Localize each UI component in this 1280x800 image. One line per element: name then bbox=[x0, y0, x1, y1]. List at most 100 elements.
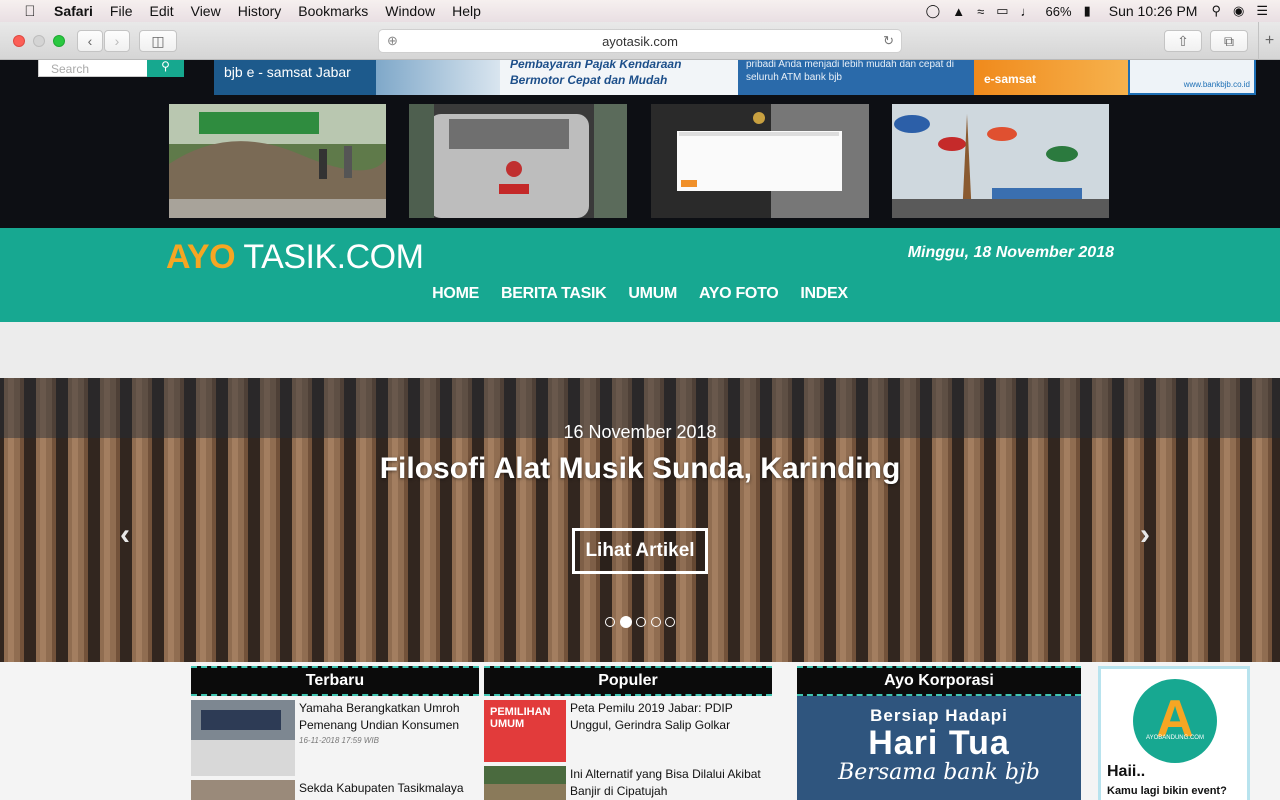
web-page: Search ⚲ bjb e - samsat Jabar Pembayaran… bbox=[0, 60, 1280, 800]
list-item[interactable]: Yamaha Berangkatkan Umroh Pemenang Undia… bbox=[191, 700, 479, 776]
ad-heading: Haii.. bbox=[1107, 763, 1146, 780]
site-header: AYO TASIK.COM Minggu, 18 November 2018 H… bbox=[0, 228, 1280, 322]
menu-window[interactable]: Window bbox=[385, 3, 435, 19]
menu-history[interactable]: History bbox=[238, 3, 282, 19]
wifi-icon[interactable]: ≈ bbox=[977, 4, 984, 19]
slider-dot-2[interactable] bbox=[619, 616, 632, 628]
thumbnail-image bbox=[651, 104, 869, 218]
korporasi-line-3: Bersama bank bjb bbox=[838, 760, 1040, 785]
airplay-icon[interactable]: ▭ bbox=[996, 3, 1008, 19]
top-band: Search ⚲ bjb e - samsat Jabar Pembayaran… bbox=[0, 60, 1280, 228]
browser-toolbar: ‹ › ◫ ⊕ ayotasik.com ↻ ⇧ ⧉ + bbox=[0, 22, 1280, 60]
article-title[interactable]: Yamaha Berangkatkan Umroh Pemenang Undia… bbox=[299, 700, 479, 734]
list-item[interactable]: Sekda Kabupaten Tasikmalaya bbox=[191, 780, 479, 800]
content-columns: Terbaru Yamaha Berangkatkan Umroh Pemena… bbox=[0, 662, 1280, 800]
nav-umum[interactable]: UMUM bbox=[628, 285, 677, 303]
spotlight-search-icon[interactable]: ⚲ bbox=[1211, 3, 1221, 19]
ayobandung-logo-caption: AYOBANDUNG.COM bbox=[1146, 735, 1204, 741]
search-button[interactable]: ⚲ bbox=[147, 60, 184, 77]
korporasi-line-2: Hari Tua bbox=[868, 724, 1010, 762]
clock[interactable]: Sun 10:26 PM bbox=[1109, 3, 1198, 19]
article-thumbnail bbox=[191, 780, 295, 800]
back-button[interactable]: ‹ bbox=[77, 30, 103, 52]
siri-icon[interactable]: ◉ bbox=[1233, 3, 1244, 19]
forward-button[interactable]: › bbox=[104, 30, 130, 52]
share-icon[interactable]: ⇧ bbox=[1164, 30, 1202, 52]
banner-esamsat: e-samsat bbox=[974, 60, 1128, 95]
korporasi-heading: Ayo Korporasi bbox=[797, 666, 1081, 696]
korporasi-banner[interactable]: Bersiap Hadapi Hari Tua Bersama bank bjb bbox=[797, 696, 1081, 800]
news-thumbnail-1[interactable] bbox=[169, 104, 386, 218]
sidebar-toggle-icon[interactable]: ◫ bbox=[139, 30, 177, 52]
korporasi-line-1: Bersiap Hadapi bbox=[870, 706, 1008, 725]
terbaru-heading: Terbaru bbox=[191, 666, 479, 696]
thumbnail-image bbox=[892, 104, 1109, 218]
tabs-overview-icon[interactable]: ⧉ bbox=[1210, 30, 1248, 52]
article-timestamp: 16-11-2018 17:59 WIB bbox=[299, 736, 379, 745]
battery-percent[interactable]: 66% bbox=[1046, 4, 1072, 19]
menu-bookmarks[interactable]: Bookmarks bbox=[298, 3, 368, 19]
search-icon: ⚲ bbox=[161, 60, 170, 73]
site-logo[interactable]: AYO TASIK.COM bbox=[166, 238, 424, 277]
notification-center-icon[interactable]: ☰ bbox=[1256, 3, 1268, 19]
notification-icon[interactable]: ▲ bbox=[952, 4, 965, 19]
ayobandung-ad[interactable]: A AYOBANDUNG.COM Haii.. Kamu lagi bikin … bbox=[1098, 666, 1250, 800]
macos-menubar:  Safari File Edit View History Bookmark… bbox=[0, 0, 1280, 22]
new-tab-icon[interactable]: + bbox=[1258, 22, 1280, 60]
bjb-banner-ad[interactable]: bjb e - samsat Jabar Pembayaran Pajak Ke… bbox=[214, 60, 1256, 95]
article-title[interactable]: Peta Pemilu 2019 Jabar: PDIP Unggul, Ger… bbox=[570, 700, 772, 734]
slider-dot-3[interactable] bbox=[636, 617, 646, 627]
battery-icon[interactable]: ▮ bbox=[1084, 3, 1091, 19]
slider-dot-1[interactable] bbox=[605, 617, 615, 627]
volume-icon[interactable]: ♩ bbox=[1021, 4, 1034, 19]
minimize-window-button[interactable] bbox=[33, 35, 45, 47]
article-title[interactable]: Ini Alternatif yang Bisa Dilalui Akibat … bbox=[570, 766, 772, 800]
hero-title[interactable]: Filosofi Alat Musik Sunda, Karinding bbox=[0, 452, 1280, 486]
url-text: ayotasik.com bbox=[602, 33, 678, 49]
thumbnail-image bbox=[169, 104, 386, 218]
article-title[interactable]: Sekda Kabupaten Tasikmalaya bbox=[299, 780, 464, 797]
logo-ayo: AYO bbox=[166, 238, 236, 276]
read-article-button[interactable]: Lihat Artikel bbox=[572, 528, 708, 574]
nav-ayo-foto[interactable]: AYO FOTO bbox=[699, 285, 779, 303]
banner-website: www.bankbjb.co.id bbox=[1128, 60, 1256, 95]
address-bar[interactable]: ⊕ ayotasik.com ↻ bbox=[378, 29, 902, 53]
news-thumbnail-2[interactable] bbox=[409, 104, 627, 218]
creative-cloud-icon[interactable]: ◯ bbox=[926, 3, 941, 19]
slider-dot-5[interactable] bbox=[665, 617, 675, 627]
nav-berita-tasik[interactable]: BERITA TASIK bbox=[501, 285, 607, 303]
banner-tagline: Pembayaran Pajak Kendaraan Bermotor Cepa… bbox=[500, 60, 738, 95]
hero-slider: 16 November 2018 Filosofi Alat Musik Sun… bbox=[0, 378, 1280, 662]
menu-file[interactable]: File bbox=[110, 3, 133, 19]
thumbnail-image bbox=[409, 104, 627, 218]
logo-tasik: TASIK.COM bbox=[235, 238, 424, 276]
slider-dot-4[interactable] bbox=[650, 617, 661, 627]
add-icon[interactable]: ⊕ bbox=[387, 33, 398, 49]
hero-date: 16 November 2018 bbox=[563, 422, 717, 442]
banner-description: pribadi Anda menjadi lebih mudah dan cep… bbox=[738, 60, 974, 95]
apple-menu-icon[interactable]:  bbox=[20, 3, 40, 20]
news-thumbnail-4[interactable] bbox=[892, 104, 1109, 218]
search-input[interactable]: Search bbox=[38, 60, 148, 77]
list-item[interactable]: PEMILIHAN UMUM Peta Pemilu 2019 Jabar: P… bbox=[484, 700, 772, 762]
nav-home[interactable]: HOME bbox=[432, 285, 479, 303]
menu-edit[interactable]: Edit bbox=[149, 3, 173, 19]
article-thumbnail bbox=[484, 766, 566, 800]
menu-view[interactable]: View bbox=[191, 3, 221, 19]
reload-icon[interactable]: ↻ bbox=[883, 33, 894, 49]
slider-next-icon[interactable]: › bbox=[1140, 518, 1150, 552]
fullscreen-window-button[interactable] bbox=[53, 35, 65, 47]
close-window-button[interactable] bbox=[13, 35, 25, 47]
list-item[interactable]: Ini Alternatif yang Bisa Dilalui Akibat … bbox=[484, 766, 772, 800]
nav-index[interactable]: INDEX bbox=[800, 285, 848, 303]
header-date: Minggu, 18 November 2018 bbox=[907, 244, 1114, 261]
menu-help[interactable]: Help bbox=[452, 3, 481, 19]
ad-subtext: Kamu lagi bikin event? bbox=[1107, 785, 1227, 797]
slider-prev-icon[interactable]: ‹ bbox=[120, 518, 130, 552]
pemilu-thumbnail: PEMILIHAN UMUM bbox=[484, 700, 566, 762]
ayobandung-logo: A bbox=[1133, 679, 1217, 763]
news-thumbnail-3[interactable] bbox=[651, 104, 869, 218]
banner-photo bbox=[376, 60, 500, 95]
main-nav: HOME BERITA TASIK UMUM AYO FOTO INDEX bbox=[0, 285, 1280, 303]
menu-safari[interactable]: Safari bbox=[54, 3, 93, 19]
